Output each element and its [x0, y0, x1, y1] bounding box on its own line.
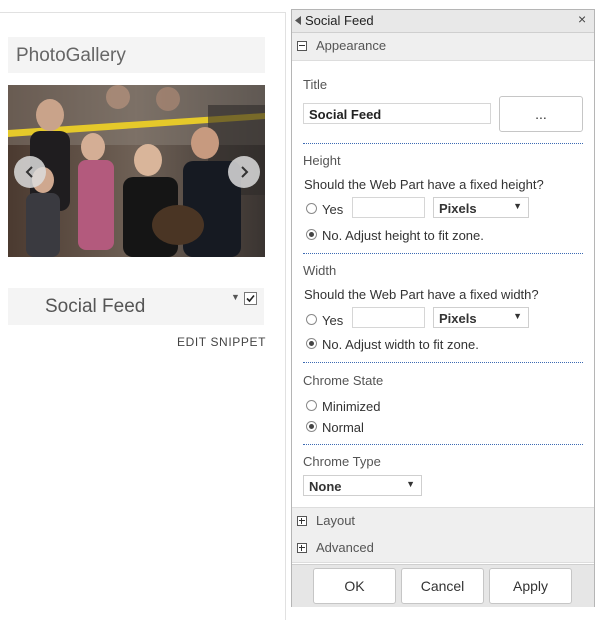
chrome-type-value: None	[309, 479, 342, 494]
webpart-tool-pane: Social Feed × Appearance Title Social Fe…	[291, 9, 595, 607]
carousel-prev-button[interactable]	[14, 156, 46, 188]
divider	[303, 362, 583, 363]
appearance-content: Title Social Feed ... Height Should the …	[292, 60, 594, 506]
width-no-label: No. Adjust width to fit zone.	[322, 337, 479, 352]
expand-section-icon	[297, 543, 307, 553]
social-feed-label: Social Feed	[45, 296, 146, 317]
height-yes-label: Yes	[322, 202, 344, 217]
title-browse-button[interactable]: ...	[499, 96, 583, 132]
chrome-state-label: Chrome State	[303, 373, 384, 388]
chrome-normal-radio[interactable]	[306, 421, 317, 432]
width-value-input[interactable]	[352, 307, 425, 328]
divider	[303, 143, 583, 144]
page-canvas: PhotoGallery Social Feed ▼ EDIT SNIPPET	[0, 0, 286, 620]
title-input[interactable]: Social Feed	[303, 103, 491, 124]
width-no-radio[interactable]	[306, 338, 317, 349]
chrome-minimized-label: Minimized	[322, 399, 381, 414]
height-label: Height	[303, 153, 341, 168]
chrome-normal-label: Normal	[322, 420, 364, 435]
ok-button[interactable]: OK	[313, 568, 396, 604]
divider	[303, 253, 583, 254]
webpart-menu-arrow-icon[interactable]: ▼	[231, 292, 240, 302]
cancel-button[interactable]: Cancel	[401, 568, 484, 604]
carousel-next-button[interactable]	[228, 156, 260, 188]
height-value-input[interactable]	[352, 197, 425, 218]
width-label: Width	[303, 263, 337, 278]
chevron-right-icon	[241, 166, 249, 178]
chrome-type-label: Chrome Type	[303, 454, 381, 469]
webpart-select-checkbox[interactable]	[244, 292, 257, 305]
height-unit-value: Pixels	[439, 201, 477, 216]
layout-section-header[interactable]: Layout	[292, 507, 594, 536]
close-icon[interactable]: ×	[578, 11, 586, 27]
height-unit-select[interactable]: Pixels ▼	[433, 197, 529, 218]
width-question: Should the Web Part have a fixed width?	[304, 287, 539, 302]
chrome-minimized-radio[interactable]	[306, 400, 317, 411]
photo-carousel	[8, 85, 265, 257]
collapse-section-icon	[297, 41, 307, 51]
width-yes-radio[interactable]	[306, 314, 317, 325]
width-yes-label: Yes	[322, 313, 344, 328]
photo-gallery-title: PhotoGallery	[16, 45, 126, 66]
divider	[303, 444, 583, 445]
edit-snippet-link[interactable]: EDIT SNIPPET	[177, 335, 266, 349]
appearance-label: Appearance	[316, 38, 387, 53]
carousel-photo	[8, 85, 265, 257]
layout-label: Layout	[316, 513, 356, 528]
height-question: Should the Web Part have a fixed height?	[304, 177, 544, 192]
apply-button[interactable]: Apply	[489, 568, 572, 604]
height-no-label: No. Adjust height to fit zone.	[322, 228, 484, 243]
social-feed-webpart-bar: Social Feed ▼	[8, 288, 264, 325]
title-label: Title	[303, 77, 328, 92]
tool-pane-title: Social Feed	[305, 13, 374, 28]
photo-gallery-header: PhotoGallery	[8, 37, 265, 73]
advanced-label: Advanced	[316, 540, 374, 555]
advanced-section-header[interactable]: Advanced	[292, 535, 594, 563]
dropdown-arrow-icon: ▼	[513, 311, 522, 321]
chevron-left-icon	[25, 166, 33, 178]
tool-pane-footer: OK Cancel Apply	[292, 564, 594, 607]
divider	[0, 12, 286, 13]
collapse-pane-icon[interactable]	[295, 16, 301, 25]
divider	[285, 12, 286, 620]
dropdown-arrow-icon: ▼	[513, 201, 522, 211]
chrome-type-select[interactable]: None ▼	[303, 475, 422, 496]
height-no-radio[interactable]	[306, 229, 317, 240]
height-yes-radio[interactable]	[306, 203, 317, 214]
appearance-section-header[interactable]: Appearance	[292, 33, 594, 61]
expand-section-icon	[297, 516, 307, 526]
width-unit-select[interactable]: Pixels ▼	[433, 307, 529, 328]
tool-pane-header: Social Feed ×	[292, 10, 594, 33]
width-unit-value: Pixels	[439, 311, 477, 326]
checkmark-icon	[246, 294, 255, 303]
dropdown-arrow-icon: ▼	[406, 479, 415, 489]
